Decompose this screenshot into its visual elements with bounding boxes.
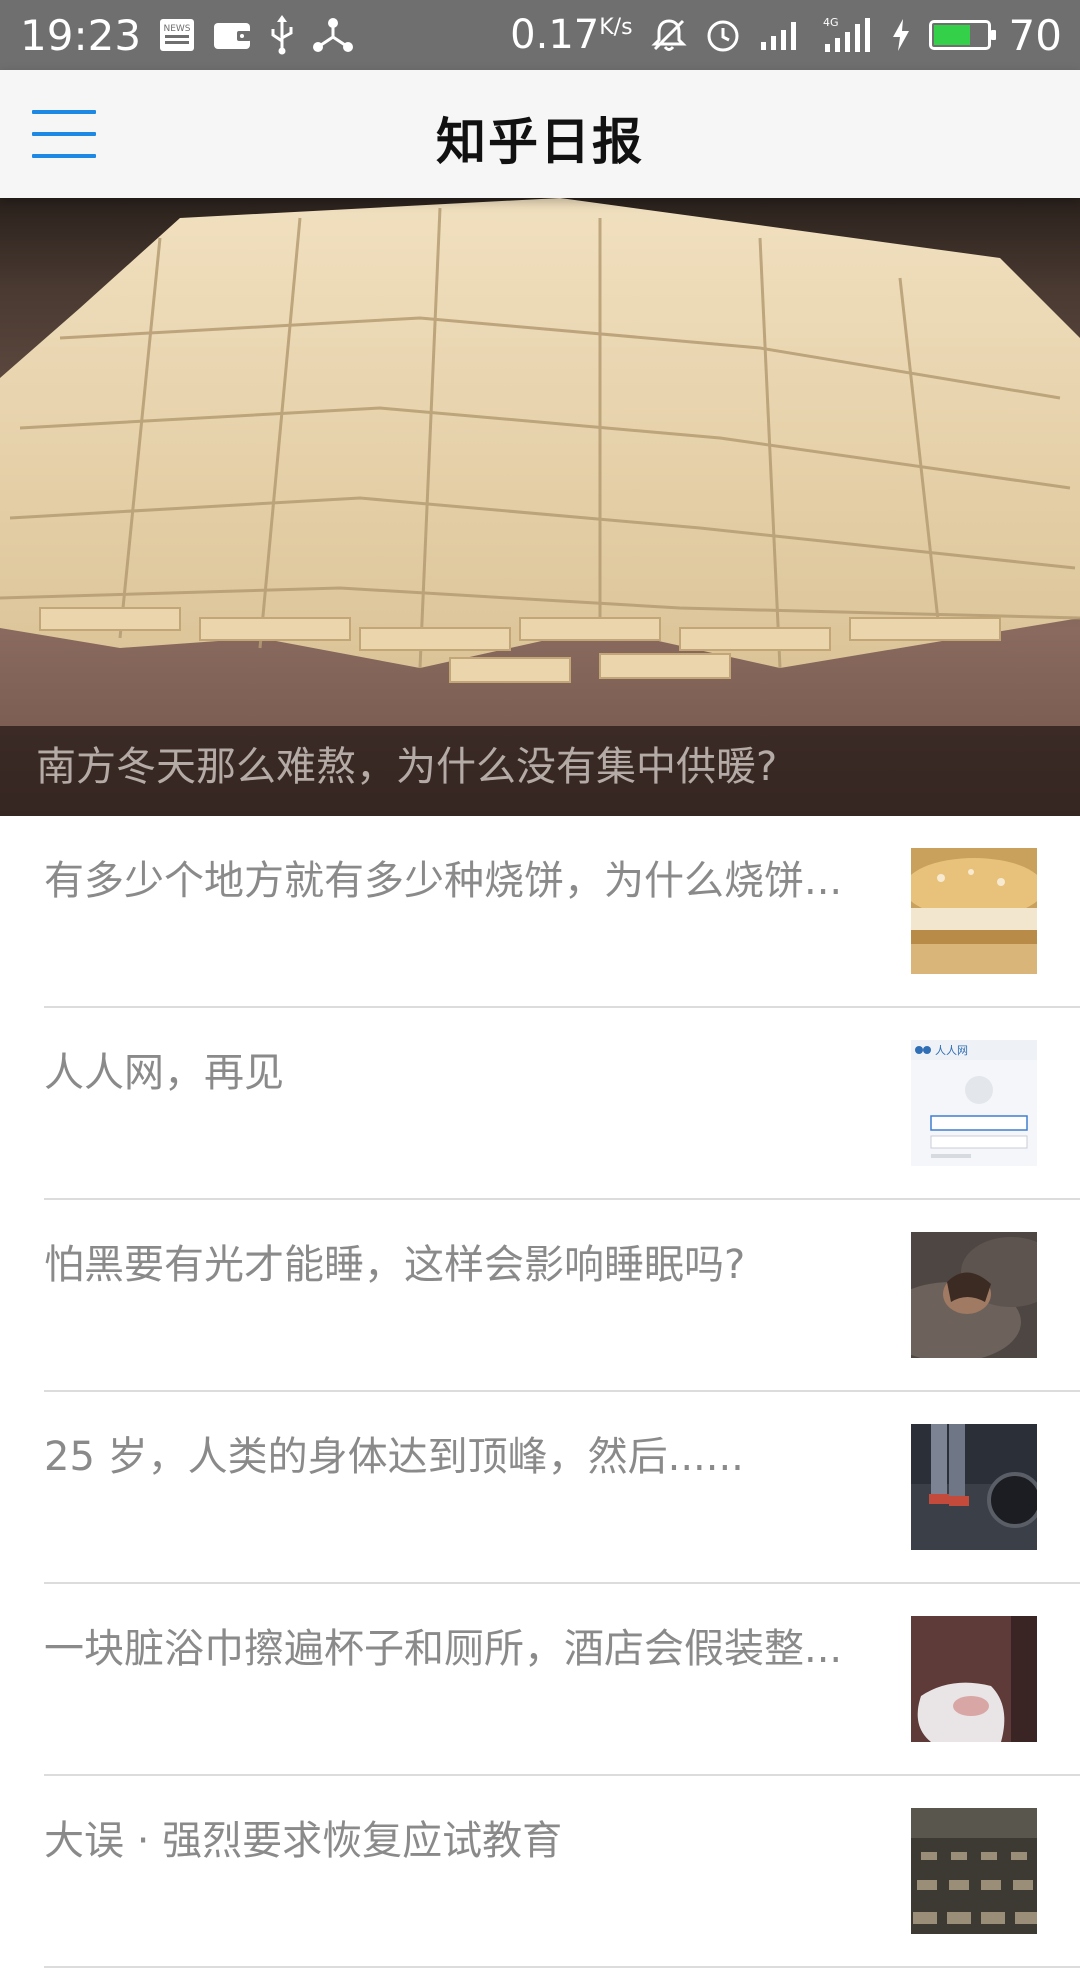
hero-image (0, 198, 1080, 816)
story-thumbnail (911, 1616, 1037, 1742)
signal-4g-icon: 4G (821, 16, 873, 54)
story-list: 有多少个地方就有多少种烧饼，为什么烧饼... 人人网，再见 人人网 怕黑要有光才… (0, 816, 1080, 1968)
story-thumbnail (911, 1232, 1037, 1358)
story-thumbnail (911, 1424, 1037, 1550)
status-bar: 19:23 NEWS 0.17K/s 4G 70 (0, 0, 1080, 70)
battery-icon (928, 20, 996, 50)
mute-icon (650, 17, 687, 53)
hero-caption: 南方冬天那么难熬，为什么没有集中供暖? (36, 744, 778, 790)
story-item[interactable]: 怕黑要有光才能睡，这样会影响睡眠吗? (0, 1200, 1080, 1392)
alarm-icon (705, 17, 741, 53)
story-thumbnail (911, 848, 1037, 974)
status-time: 19:23 (20, 10, 142, 60)
story-title: 有多少个地方就有多少种烧饼，为什么烧饼... (44, 858, 843, 904)
battery-level: 70 (1008, 10, 1062, 60)
svg-text:4G: 4G (823, 16, 839, 29)
story-thumbnail: 人人网 (911, 1040, 1037, 1166)
svg-text:人人网: 人人网 (935, 1044, 968, 1057)
app-title: 知乎日报 (436, 113, 644, 171)
usb-icon (269, 15, 295, 55)
news-icon: NEWS (159, 18, 195, 52)
app-bar: 知乎日报 (0, 70, 1080, 198)
story-title: 25 岁，人类的身体达到顶峰，然后...... (44, 1434, 744, 1480)
story-title: 一块脏浴巾擦遍杯子和厕所，酒店会假装整... (44, 1626, 843, 1672)
story-item[interactable]: 一块脏浴巾擦遍杯子和厕所，酒店会假装整... (0, 1584, 1080, 1776)
story-item[interactable]: 人人网，再见 人人网 (0, 1008, 1080, 1200)
hotspot-icon (313, 17, 354, 53)
story-item[interactable]: 25 岁，人类的身体达到顶峰，然后...... (0, 1392, 1080, 1584)
story-title: 人人网，再见 (44, 1050, 284, 1096)
wallet-icon (213, 19, 252, 51)
story-thumbnail (911, 1808, 1037, 1934)
hero-banner[interactable]: 南方冬天那么难熬，为什么没有集中供暖? (0, 198, 1080, 816)
story-title: 大误 · 强烈要求恢复应试教育 (44, 1818, 563, 1864)
network-speed: 0.17K/s (510, 12, 633, 58)
story-item[interactable]: 大误 · 强烈要求恢复应试教育 (0, 1776, 1080, 1968)
signal-icon (759, 18, 803, 52)
charging-icon (891, 18, 911, 52)
story-item[interactable]: 有多少个地方就有多少种烧饼，为什么烧饼... (0, 816, 1080, 1008)
story-title: 怕黑要有光才能睡，这样会影响睡眠吗? (44, 1242, 746, 1288)
svg-text:NEWS: NEWS (164, 24, 191, 34)
